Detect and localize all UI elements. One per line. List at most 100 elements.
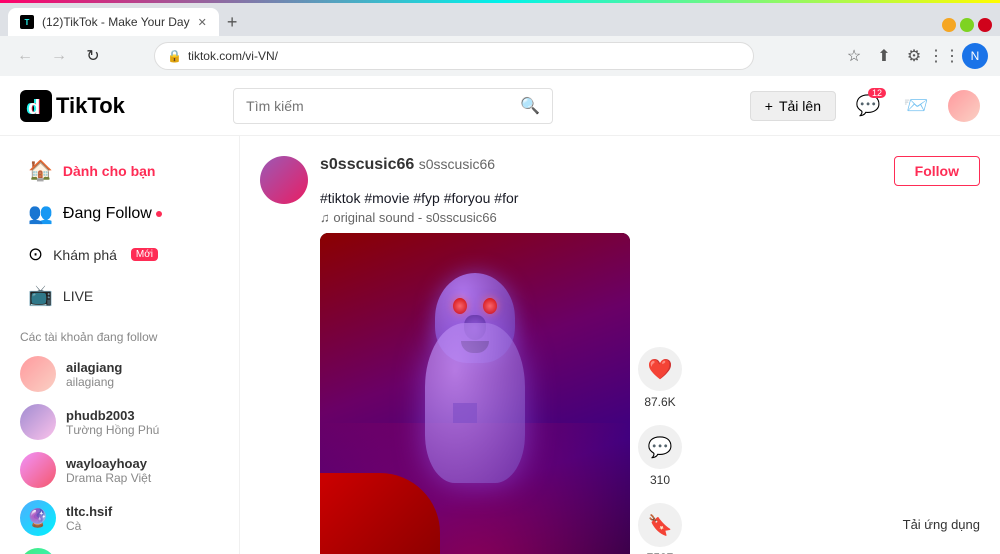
bookmark-button[interactable]: 🔖: [638, 503, 682, 547]
tab-title: (12)TikTok - Make Your Day: [42, 15, 190, 29]
account-username: tltc.hsif: [66, 504, 112, 519]
url-text: tiktok.com/vi-VN/: [188, 49, 278, 63]
post-tags: #tiktok #movie #fyp #foryou #for: [320, 190, 980, 206]
header-actions: + Tải lên 💬 12 📨: [750, 90, 980, 122]
account-info: phudb2003 Tường Hồng Phú: [66, 408, 159, 437]
account-info: wayloayhoay Drama Rap Việt: [66, 456, 151, 485]
refresh-button[interactable]: ↻: [80, 43, 106, 69]
video-with-actions: ❤️ 87.6K 💬 310 🔖 7587: [320, 233, 980, 554]
list-item[interactable]: 🔮 tltc.hsif Cà: [0, 494, 239, 542]
tab-bar: T (12)TikTok - Make Your Day ✕ +: [0, 0, 1000, 36]
account-display-name: Drama Rap Việt: [66, 471, 151, 485]
post-hashtags: #tiktok #movie #fyp #foryou #for: [320, 190, 518, 206]
char-eye-left: [453, 298, 467, 314]
post-username[interactable]: s0sscusic66: [320, 156, 414, 173]
svg-text:d: d: [28, 97, 40, 119]
following-dot: [156, 211, 162, 217]
top-accent: [0, 0, 1000, 3]
sidebar: 🏠 Dành cho bạn 👥 Đang Follow ⊙ Khám phá …: [0, 136, 240, 554]
comment-button[interactable]: 💬: [638, 425, 682, 469]
like-count: 87.6K: [644, 395, 675, 409]
account-display-name: Cà: [66, 519, 112, 533]
sidebar-item-for-you-label: Dành cho bạn: [63, 163, 156, 179]
follow-button[interactable]: Follow: [894, 156, 980, 186]
window-maximize-btn[interactable]: [960, 18, 974, 32]
sidebar-item-live-label: LIVE: [63, 288, 93, 304]
ssl-lock-icon: 🔒: [167, 49, 182, 63]
avatar: [20, 452, 56, 488]
send-btn[interactable]: 📨: [900, 90, 932, 122]
video-thumbnail[interactable]: [320, 233, 630, 554]
avatar: 🔮: [20, 500, 56, 536]
extensions-btn[interactable]: ⚙: [902, 44, 926, 68]
bookmark-btn[interactable]: ☆: [842, 44, 866, 68]
account-info: tltc.hsif Cà: [66, 504, 112, 533]
tiktok-header: d d d TikTok 🔍 + Tải lên 💬 12 📨: [0, 76, 1000, 136]
tiktok-logo-text: TikTok: [56, 93, 125, 119]
messages-btn[interactable]: 💬 12: [852, 90, 884, 122]
browser-chrome: T (12)TikTok - Make Your Day ✕ + ← → ↻ 🔒…: [0, 0, 1000, 76]
tiktok-main: 🏠 Dành cho bạn 👥 Đang Follow ⊙ Khám phá …: [0, 136, 1000, 554]
sidebar-item-explore[interactable]: ⊙ Khám phá Mới: [8, 236, 231, 273]
sidebar-item-following-label: Đang Follow: [63, 205, 162, 223]
search-icon[interactable]: 🔍: [520, 96, 540, 116]
sidebar-item-live[interactable]: 📺 LIVE: [8, 275, 231, 316]
post-display-name: s0sscusic66: [419, 156, 495, 172]
character: [425, 323, 525, 483]
browser-action-buttons: ☆ ⬆ ⚙ ⋮⋮ N: [842, 43, 988, 69]
app-download-label: Tải ứng dụng: [903, 516, 980, 534]
address-bar[interactable]: 🔒 tiktok.com/vi-VN/: [154, 42, 754, 70]
list-item[interactable]: wayloayhoay Drama Rap Việt: [0, 446, 239, 494]
browser-controls: ← → ↻ 🔒 tiktok.com/vi-VN/ ☆ ⬆ ⚙ ⋮⋮ N: [0, 36, 1000, 76]
tab-favicon: T: [20, 15, 34, 29]
forward-button[interactable]: →: [46, 43, 72, 69]
list-item[interactable]: think100l100 Think: [0, 542, 239, 554]
accounts-section-title: Các tài khoản đang follow: [0, 318, 239, 350]
sidebar-item-following[interactable]: 👥 Đang Follow: [8, 193, 231, 234]
back-button[interactable]: ←: [12, 43, 38, 69]
video-placeholder: [320, 233, 630, 554]
home-icon: 🏠: [28, 158, 53, 183]
tiktok-app: d d d TikTok 🔍 + Tải lên 💬 12 📨: [0, 76, 1000, 554]
tiktok-logo[interactable]: d d d TikTok: [20, 90, 125, 122]
notif-badge: 12: [868, 88, 886, 98]
share-btn[interactable]: ⬆: [872, 44, 896, 68]
tab-close-btn[interactable]: ✕: [198, 16, 207, 29]
window-minimize-btn[interactable]: [942, 18, 956, 32]
list-item[interactable]: ailagiang ailagiang: [0, 350, 239, 398]
char-eye-right: [483, 298, 497, 314]
window-close-btn[interactable]: [978, 18, 992, 32]
post-sound: ♫ original sound - s0sscusic66: [320, 210, 980, 225]
account-username: ailagiang: [66, 360, 122, 375]
avatar: [20, 548, 56, 554]
account-username: wayloayhoay: [66, 456, 151, 471]
comment-action[interactable]: 💬 310: [638, 425, 682, 487]
sidebar-item-for-you[interactable]: 🏠 Dành cho bạn: [8, 150, 231, 191]
post-header: s0sscusic66 s0sscusic66 Follow: [320, 156, 980, 186]
user-avatar[interactable]: [948, 90, 980, 122]
comment-count: 310: [650, 473, 670, 487]
char-body: [425, 323, 525, 483]
search-input[interactable]: [246, 98, 512, 114]
active-tab[interactable]: T (12)TikTok - Make Your Day ✕: [8, 8, 219, 36]
post-avatar[interactable]: [260, 156, 308, 204]
browser-profile-avatar[interactable]: N: [962, 43, 988, 69]
bookmark-action[interactable]: 🔖 7587: [638, 503, 682, 554]
explore-new-badge: Mới: [131, 248, 158, 261]
upload-icon: +: [765, 98, 773, 114]
live-icon: 📺: [28, 283, 53, 308]
upload-button[interactable]: + Tải lên: [750, 91, 836, 121]
account-display-name: Tường Hồng Phú: [66, 423, 159, 437]
video-actions: ❤️ 87.6K 💬 310 🔖 7587: [638, 339, 682, 554]
list-item[interactable]: phudb2003 Tường Hồng Phú: [0, 398, 239, 446]
feed-container: s0sscusic66 s0sscusic66 Follow #tiktok #…: [240, 136, 1000, 554]
post-content: s0sscusic66 s0sscusic66 Follow #tiktok #…: [320, 156, 980, 554]
search-bar[interactable]: 🔍: [233, 88, 553, 124]
explore-icon: ⊙: [28, 244, 43, 265]
like-button[interactable]: ❤️: [638, 347, 682, 391]
like-action[interactable]: ❤️ 87.6K: [638, 347, 682, 409]
more-btn[interactable]: ⋮⋮: [932, 44, 956, 68]
upload-label: Tải lên: [779, 98, 821, 114]
sidebar-item-explore-label: Khám phá: [53, 247, 117, 263]
new-tab-button[interactable]: +: [219, 8, 246, 36]
